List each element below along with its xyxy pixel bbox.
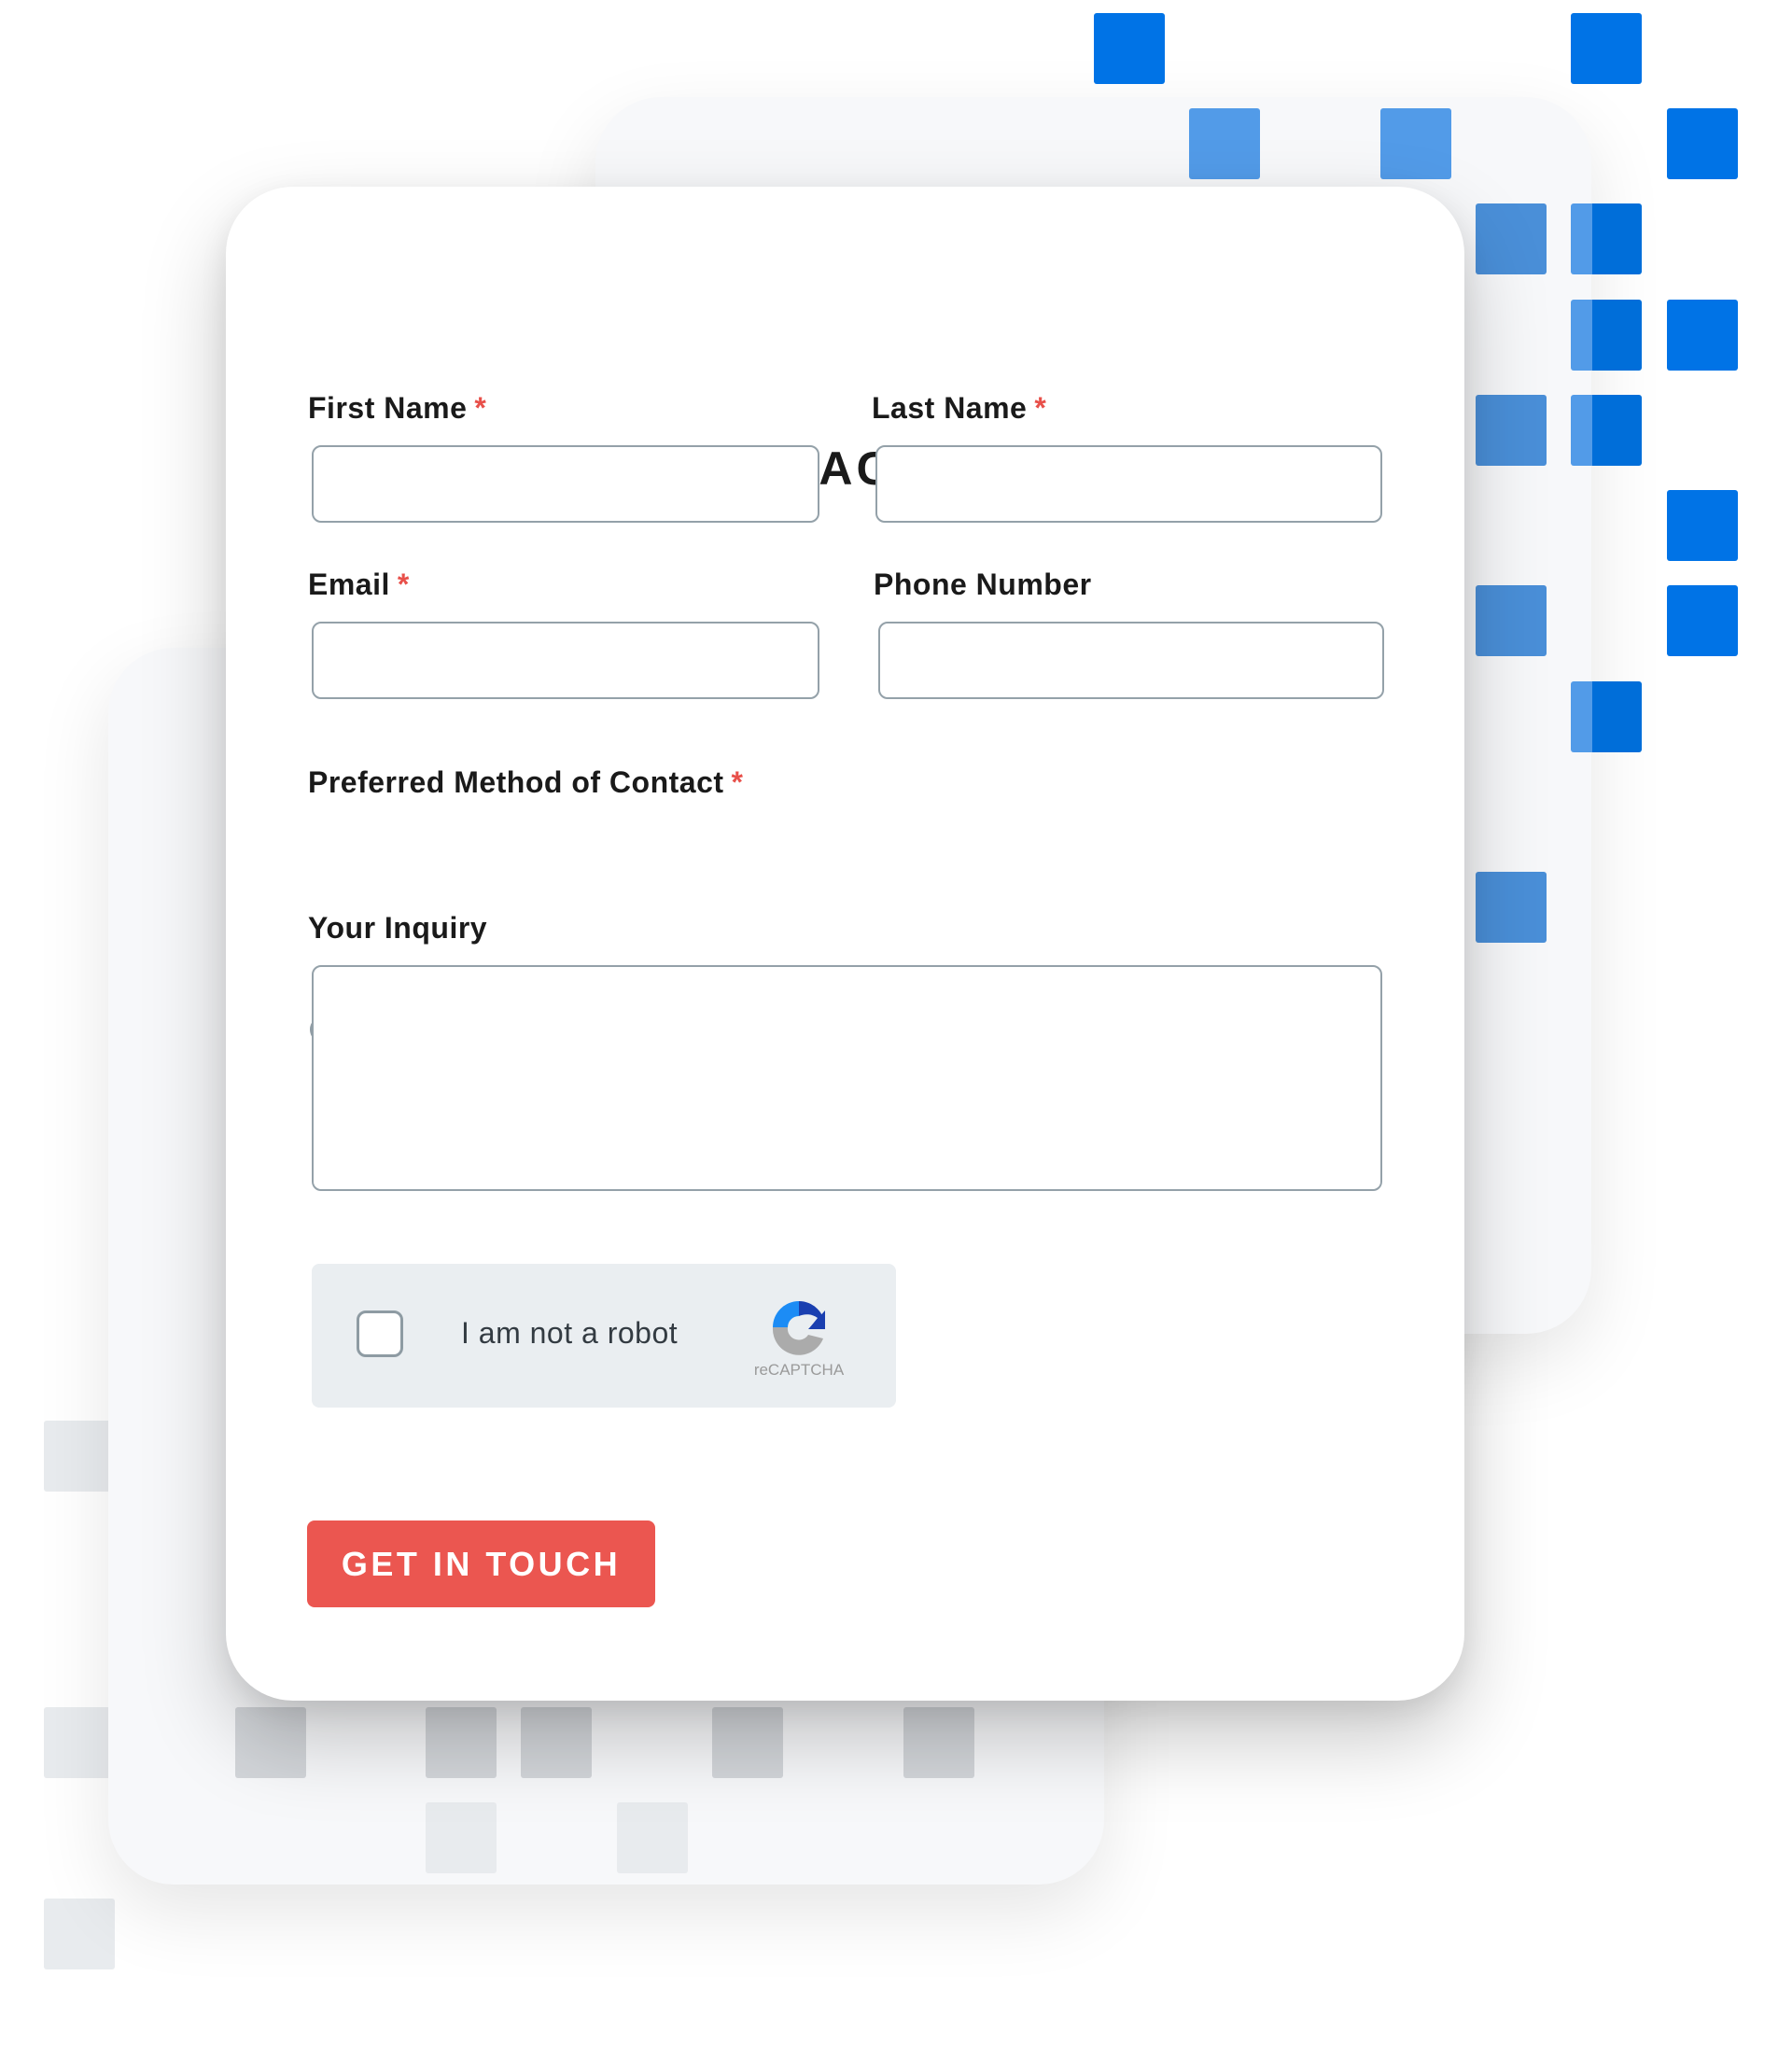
preferred-contact-label: Preferred Method of Contact * bbox=[308, 764, 743, 801]
decor-square bbox=[1380, 108, 1451, 179]
recaptcha-widget: I am not a robot reCAPTCHA bbox=[312, 1264, 896, 1408]
email-input[interactable] bbox=[312, 622, 819, 699]
get-in-touch-button[interactable]: GET IN TOUCH bbox=[307, 1520, 655, 1607]
recaptcha-checkbox[interactable] bbox=[357, 1310, 403, 1357]
inquiry-label-text: Your Inquiry bbox=[308, 911, 488, 945]
decor-square bbox=[1667, 490, 1738, 561]
decor-square bbox=[44, 1707, 115, 1778]
recaptcha-label: I am not a robot bbox=[461, 1316, 679, 1350]
phone-label: Phone Number bbox=[874, 566, 1092, 603]
decor-square bbox=[1571, 203, 1642, 274]
decor-square bbox=[44, 1899, 115, 1969]
decor-square bbox=[1476, 395, 1547, 466]
decor-square bbox=[426, 1707, 497, 1778]
first-name-label: First Name * bbox=[308, 389, 486, 427]
contact-form-card: CONTACT US First Name * Last Name * Email *… bbox=[226, 187, 1464, 1701]
decor-square bbox=[903, 1707, 974, 1778]
recaptcha-brand: reCAPTCHA bbox=[753, 1361, 845, 1379]
last-name-label-text: Last Name bbox=[872, 391, 1028, 425]
required-asterisk: * bbox=[1034, 391, 1047, 425]
last-name-label: Last Name * bbox=[872, 389, 1046, 427]
preferred-contact-label-text: Preferred Method of Contact bbox=[308, 765, 724, 799]
phone-input[interactable] bbox=[878, 622, 1384, 699]
decor-square bbox=[1667, 300, 1738, 371]
decor-square bbox=[235, 1707, 306, 1778]
decor-square bbox=[1571, 681, 1642, 752]
decor-square bbox=[1476, 585, 1547, 656]
required-asterisk: * bbox=[731, 765, 744, 799]
first-name-input[interactable] bbox=[312, 445, 819, 523]
required-asterisk: * bbox=[474, 391, 487, 425]
decor-square bbox=[1476, 872, 1547, 943]
decor-square bbox=[1571, 300, 1642, 371]
inquiry-label: Your Inquiry bbox=[308, 909, 487, 946]
inquiry-textarea[interactable] bbox=[312, 965, 1382, 1191]
required-asterisk: * bbox=[397, 568, 410, 601]
decor-square bbox=[1571, 13, 1642, 84]
decor-square bbox=[617, 1802, 688, 1873]
first-name-label-text: First Name bbox=[308, 391, 468, 425]
recaptcha-logo-icon bbox=[772, 1301, 825, 1355]
decor-square bbox=[1094, 13, 1165, 84]
decor-square bbox=[1667, 108, 1738, 179]
decor-square bbox=[521, 1707, 592, 1778]
decor-square bbox=[1476, 203, 1547, 274]
decor-square bbox=[44, 1421, 115, 1492]
last-name-input[interactable] bbox=[875, 445, 1382, 523]
decor-square bbox=[1571, 395, 1642, 466]
email-label: Email * bbox=[308, 566, 410, 603]
decor-square bbox=[712, 1707, 783, 1778]
decor-square bbox=[1189, 108, 1260, 179]
phone-label-text: Phone Number bbox=[874, 568, 1092, 601]
decor-square bbox=[1667, 585, 1738, 656]
decor-square bbox=[426, 1802, 497, 1873]
email-label-text: Email bbox=[308, 568, 390, 601]
